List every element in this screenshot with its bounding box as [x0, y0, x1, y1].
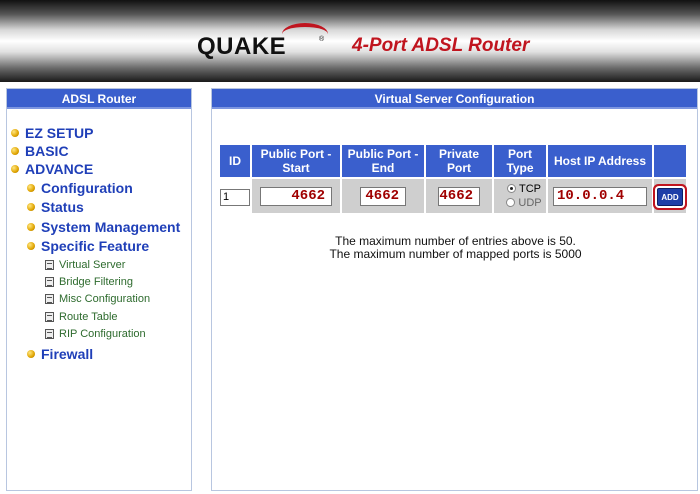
main-panel: Virtual Server Configuration ID Public P…	[211, 88, 698, 491]
sidebar-item-misc-configuration[interactable]: Misc Configuration	[45, 293, 150, 305]
limits-note: The maximum number of entries above is 5…	[212, 235, 699, 261]
sidebar-item-system-management[interactable]: System Management	[27, 219, 180, 235]
sidebar-item-label: Route Table	[59, 311, 118, 323]
sidebar-item-label: Status	[41, 199, 84, 215]
document-icon	[45, 312, 54, 322]
sidebar-item-configuration[interactable]: Configuration	[27, 180, 133, 196]
sidebar-item-label: System Management	[41, 219, 181, 235]
bullet-icon	[27, 203, 35, 211]
col-header-public-end: Public Port - End	[342, 145, 424, 177]
cell-private-port: 4662	[426, 179, 492, 213]
col-header-id: ID	[220, 145, 250, 177]
host-ip-input[interactable]: 10.0.0.4	[553, 187, 647, 206]
col-header-private-port: Private Port	[426, 145, 492, 177]
cell-public-end: 4662	[342, 179, 424, 213]
udp-label: UDP	[518, 197, 542, 209]
cell-public-start: 4662	[252, 179, 340, 213]
sidebar-item-label: ADVANCE	[25, 161, 94, 177]
udp-option[interactable]: UDP	[502, 196, 546, 210]
sidebar-item-status[interactable]: Status	[27, 199, 84, 215]
document-icon	[45, 329, 54, 339]
sidebar-item-label: RIP Configuration	[59, 328, 146, 340]
udp-radio[interactable]	[506, 198, 516, 207]
public-port-start-input[interactable]: 4662	[260, 187, 332, 206]
sidebar-title: ADSL Router	[7, 89, 191, 109]
bullet-icon	[27, 350, 35, 358]
add-button[interactable]: ADD	[657, 187, 683, 206]
col-header-port-type: Port Type	[494, 145, 546, 177]
virtual-server-table: ID Public Port - Start Public Port - End…	[218, 143, 688, 215]
bullet-icon	[11, 147, 19, 155]
brand-logo: QUAKE	[197, 33, 287, 60]
sidebar-item-label: Firewall	[41, 346, 94, 362]
sidebar-item-rip-configuration[interactable]: RIP Configuration	[45, 328, 146, 340]
table-header-row: ID Public Port - Start Public Port - End…	[220, 145, 686, 177]
document-icon	[45, 260, 54, 270]
bullet-icon	[27, 184, 35, 192]
sidebar-item-label: EZ SETUP	[25, 125, 94, 141]
bullet-icon	[11, 165, 19, 173]
sidebar-item-advance[interactable]: ADVANCE	[11, 161, 93, 177]
bullet-icon	[11, 129, 19, 137]
sidebar: ADSL Router EZ SETUP BASIC ADVANCE Confi…	[6, 88, 192, 491]
bullet-icon	[27, 223, 35, 231]
col-header-action	[654, 145, 686, 177]
sidebar-item-label: Virtual Server	[59, 259, 126, 271]
bullet-icon	[27, 242, 35, 250]
sidebar-item-firewall[interactable]: Firewall	[27, 346, 93, 362]
cell-id: 1	[220, 179, 250, 213]
sidebar-item-label: BASIC	[25, 143, 69, 159]
table-row: 1 4662 4662 4662 TCP UDP 10.0.0.4 ADD	[220, 179, 686, 213]
col-header-public-start: Public Port - Start	[252, 145, 340, 177]
tcp-option[interactable]: TCP	[502, 182, 546, 196]
tcp-label: TCP	[519, 183, 541, 195]
sidebar-item-label: Configuration	[41, 180, 133, 196]
tcp-radio[interactable]	[507, 184, 516, 193]
sidebar-item-label: Bridge Filtering	[59, 276, 133, 288]
cell-port-type: TCP UDP	[494, 179, 546, 213]
sidebar-item-route-table[interactable]: Route Table	[45, 311, 118, 323]
sidebar-item-label: Misc Configuration	[59, 293, 151, 305]
sidebar-item-bridge-filtering[interactable]: Bridge Filtering	[45, 276, 133, 288]
page-title: Virtual Server Configuration	[212, 89, 697, 109]
document-icon	[45, 277, 54, 287]
sidebar-item-specific-feature[interactable]: Specific Feature	[27, 238, 149, 254]
public-port-end-input[interactable]: 4662	[360, 187, 406, 206]
sidebar-item-basic[interactable]: BASIC	[11, 143, 69, 159]
sidebar-item-ez-setup[interactable]: EZ SETUP	[11, 125, 93, 141]
max-ports-note: The maximum number of mapped ports is 50…	[329, 247, 582, 261]
id-input[interactable]: 1	[220, 188, 250, 206]
document-icon	[45, 294, 54, 304]
col-header-host-ip: Host IP Address	[548, 145, 652, 177]
registered-mark: ®	[319, 36, 325, 43]
header-banner: QUAKE ® 4-Port ADSL Router	[0, 0, 700, 82]
cell-host-ip: 10.0.0.4	[548, 179, 652, 213]
cell-action: ADD	[654, 179, 686, 213]
sidebar-item-virtual-server[interactable]: Virtual Server	[45, 259, 125, 271]
sidebar-item-label: Specific Feature	[41, 238, 150, 254]
product-name: 4-Port ADSL Router	[352, 35, 530, 56]
private-port-input[interactable]: 4662	[438, 187, 480, 206]
